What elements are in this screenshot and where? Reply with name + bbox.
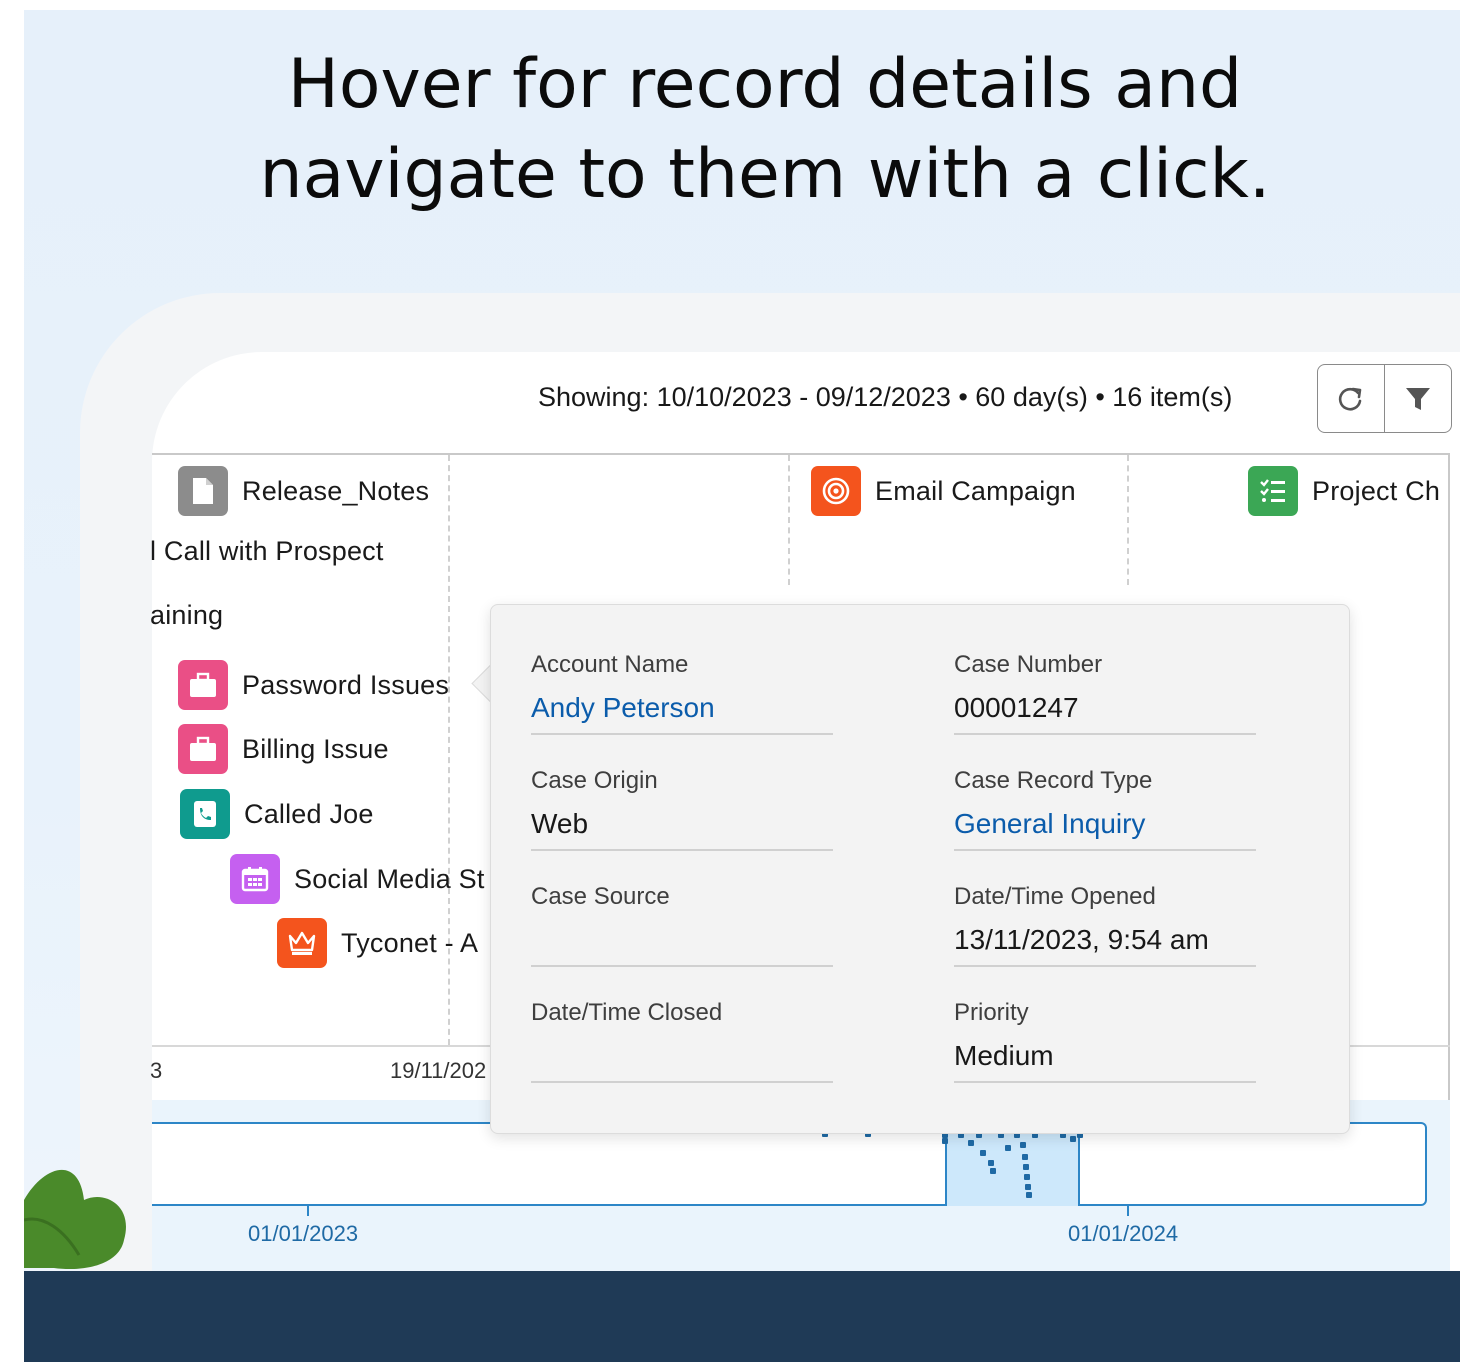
field-value [531, 1037, 833, 1075]
field-divider [954, 965, 1256, 967]
field-divider [531, 965, 833, 967]
field-case-origin: Case Origin Web [531, 767, 833, 851]
overview-dot [1022, 1154, 1028, 1160]
overview-dot [1020, 1142, 1026, 1148]
headline-line-2: navigate to them with a click. [259, 135, 1271, 214]
axis-tick-label: 3 [150, 1058, 163, 1083]
timeline-item[interactable]: Project Ch [1248, 466, 1440, 516]
timeline-item[interactable]: Release_Notes [178, 466, 429, 516]
filter-button[interactable] [1384, 365, 1451, 432]
overview-dot [1005, 1145, 1011, 1151]
briefcase-icon [178, 724, 228, 774]
field-label: Priority [954, 999, 1029, 1026]
overview-dot [980, 1150, 986, 1156]
field-value [531, 921, 833, 959]
overview-label: 01/01/2024 [1068, 1221, 1179, 1246]
axis-tick-label: 19/11/202 [390, 1058, 487, 1083]
overview-track[interactable] [152, 1122, 1427, 1206]
field-label: Date/Time Closed [531, 999, 723, 1026]
target-icon [811, 466, 861, 516]
field-case-record-type: Case Record Type General Inquiry [954, 767, 1256, 851]
field-divider [531, 849, 833, 851]
timeline-item[interactable]: Tyconet - A [277, 918, 478, 968]
toolbar-button-group [1317, 364, 1452, 433]
field-value: 00001247 [954, 692, 1079, 723]
field-divider [531, 733, 833, 735]
field-divider [954, 733, 1256, 735]
field-label: Case Source [531, 883, 670, 910]
timeline-item-label: aining [150, 600, 224, 630]
field-value: Medium [954, 1040, 1054, 1071]
timeline-item-label: Password Issues [242, 669, 450, 700]
timeline-item[interactable]: Billing Issue [178, 724, 389, 774]
field-value: Web [531, 808, 589, 839]
field-divider [954, 849, 1256, 851]
timeline-item-label: Billing Issue [242, 733, 389, 764]
leaf-decoration-icon [24, 1169, 126, 1270]
overview-dot [990, 1168, 996, 1174]
field-label: Date/Time Opened [954, 883, 1156, 910]
field-divider [954, 1081, 1256, 1083]
field-date-time-opened: Date/Time Opened 13/11/2023, 9:54 am [954, 883, 1256, 967]
timeline-item-label: l Call with Prospect [150, 536, 384, 566]
date-range-summary: Showing: 10/10/2023 - 09/12/2023 • 60 da… [538, 382, 1233, 412]
headline: Hover for record details and navigate to… [0, 40, 1460, 220]
overview-label: 01/01/2023 [248, 1221, 359, 1246]
field-divider [531, 1081, 833, 1083]
overview-tick [307, 1206, 309, 1216]
field-label: Case Origin [531, 767, 658, 794]
field-value: 13/11/2023, 9:54 am [954, 924, 1209, 955]
timeline-item[interactable]: Password Issues [178, 660, 449, 710]
gridline [788, 455, 790, 585]
checklist-icon [1248, 466, 1298, 516]
overview-dot [988, 1160, 994, 1166]
footer-band [24, 1271, 1460, 1362]
refresh-button[interactable] [1318, 365, 1384, 432]
timeline-item-label: Email Campaign [875, 475, 1076, 506]
timeline-item-label: Project Ch [1312, 475, 1441, 506]
filter-icon [1406, 387, 1430, 410]
field-date-time-closed: Date/Time Closed [531, 999, 833, 1083]
field-priority: Priority Medium [954, 999, 1256, 1083]
briefcase-icon [178, 660, 228, 710]
overview-tick [1127, 1206, 1129, 1216]
field-case-source: Case Source [531, 883, 833, 967]
field-case-number: Case Number 00001247 [954, 651, 1256, 735]
timeline-item[interactable]: Called Joe [180, 789, 374, 839]
headline-line-1: Hover for record details and [287, 45, 1243, 124]
gridline [1127, 455, 1129, 585]
overview-dot [1025, 1184, 1031, 1190]
case-record-type-link[interactable]: General Inquiry [954, 805, 1256, 843]
timeline-item[interactable]: Social Media St [230, 854, 485, 904]
timeline-item-label: Called Joe [244, 798, 374, 829]
field-account-name: Account Name Andy Peterson [531, 651, 833, 735]
document-icon [178, 466, 228, 516]
timeline-item-label: Social Media St [294, 863, 485, 894]
promo-stage: Hover for record details and navigate to… [0, 0, 1460, 1362]
field-label: Account Name [531, 651, 689, 678]
field-label: Case Record Type [954, 767, 1153, 794]
record-details-popover: Account Name Andy Peterson Case Number 0… [490, 604, 1350, 1134]
timeline-item[interactable]: aining [150, 600, 223, 631]
overview-dot [968, 1140, 974, 1146]
field-label: Case Number [954, 651, 1103, 678]
refresh-icon [1338, 387, 1362, 410]
overview-dot [1024, 1174, 1030, 1180]
account-name-link[interactable]: Andy Peterson [531, 689, 833, 727]
overview-dot [1026, 1192, 1032, 1198]
calendar-icon [230, 854, 280, 904]
timeline-item-label: Release_Notes [242, 475, 430, 506]
overview-dot [1023, 1164, 1029, 1170]
overview-dot [1070, 1136, 1076, 1142]
timeline-item-label: Tyconet - A [341, 927, 479, 958]
crown-icon [277, 918, 327, 968]
timeline-item[interactable]: l Call with Prospect [150, 536, 384, 567]
phone-log-icon [180, 789, 230, 839]
overview-dot [942, 1138, 948, 1144]
timeline-item[interactable]: Email Campaign [811, 466, 1076, 516]
